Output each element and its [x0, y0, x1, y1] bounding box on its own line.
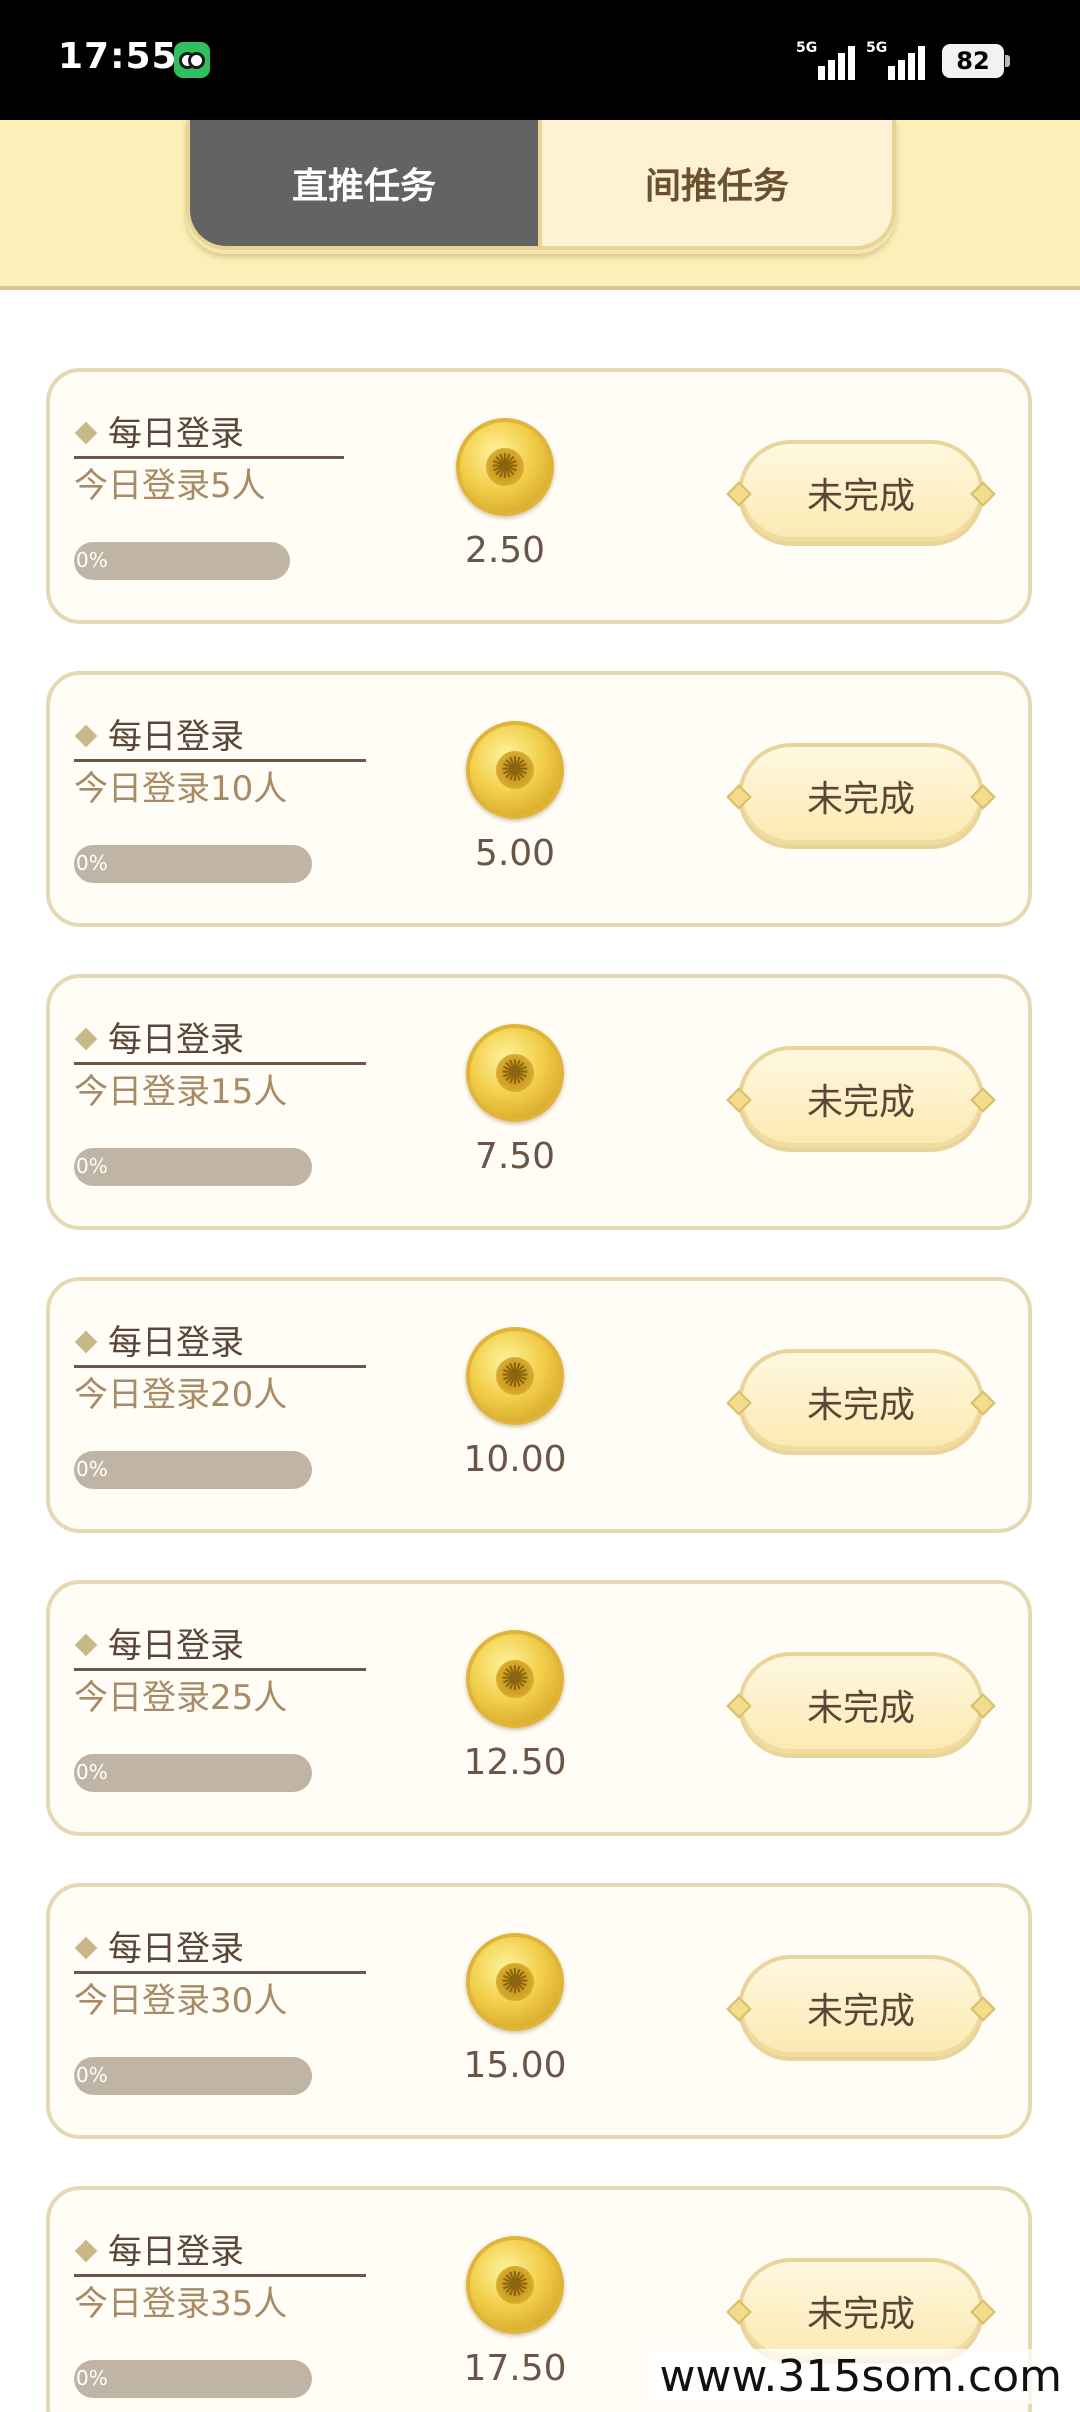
status-button[interactable]: 未完成	[726, 1652, 996, 1758]
diamond-icon	[74, 2239, 98, 2262]
task-card: 每日登录 今日登录25人 0% 12.50 未完成	[46, 1580, 1032, 1836]
task-title: 每日登录	[74, 1929, 366, 1974]
progress-bar: 0%	[74, 542, 290, 580]
network-type-label-2: 5G	[866, 40, 888, 56]
status-time: 17:55	[58, 36, 178, 77]
task-title: 每日登录	[74, 717, 366, 762]
watermark: www.315som.com	[651, 2349, 1070, 2404]
diamond-icon	[74, 1936, 98, 1959]
signal-icon: 5G	[796, 40, 866, 80]
reward-amount: 7.50	[474, 1136, 556, 1177]
gold-coin-icon	[466, 1630, 564, 1728]
task-description: 今日登录10人	[74, 769, 288, 809]
signal-icon-2: 5G	[866, 40, 936, 80]
progress-label: 0%	[76, 2366, 108, 2390]
diamond-icon	[74, 724, 98, 747]
gold-coin-icon	[466, 1327, 564, 1425]
diamond-icon	[74, 1027, 98, 1050]
network-type-label: 5G	[796, 40, 818, 56]
gold-coin-icon	[456, 418, 554, 516]
progress-bar: 0%	[74, 2360, 312, 2398]
diamond-icon	[74, 421, 98, 444]
status-button[interactable]: 未完成	[726, 440, 996, 546]
progress-bar: 0%	[74, 845, 312, 883]
reward-amount: 2.50	[464, 530, 546, 571]
battery-icon: 82	[942, 44, 1010, 78]
task-description: 今日登录20人	[74, 1375, 288, 1415]
progress-label: 0%	[76, 2063, 108, 2087]
reward-amount: 17.50	[463, 2348, 567, 2389]
status-button[interactable]: 未完成	[726, 743, 996, 849]
progress-bar: 0%	[74, 1148, 312, 1186]
progress-bar: 0%	[74, 2057, 312, 2095]
task-description: 今日登录5人	[74, 466, 266, 506]
progress-bar: 0%	[74, 1451, 312, 1489]
task-title: 每日登录	[74, 414, 344, 459]
progress-label: 0%	[76, 851, 108, 875]
tab-direct-tasks[interactable]: 直推任务	[186, 120, 538, 250]
reward-amount: 10.00	[463, 1439, 567, 1480]
tab-indirect-tasks[interactable]: 间推任务	[538, 120, 896, 250]
gold-coin-icon	[466, 2236, 564, 2334]
diamond-icon	[74, 1633, 98, 1656]
reward-amount: 5.00	[474, 833, 556, 874]
progress-bar: 0%	[74, 1754, 312, 1792]
owl-app-icon	[174, 42, 210, 78]
task-description: 今日登录15人	[74, 1072, 288, 1112]
progress-label: 0%	[76, 1457, 108, 1481]
task-card: 每日登录 今日登录10人 0% 5.00 未完成	[46, 671, 1032, 927]
gold-coin-icon	[466, 1024, 564, 1122]
status-button[interactable]: 未完成	[726, 1955, 996, 2061]
gold-coin-icon	[466, 721, 564, 819]
task-card: 每日登录 今日登录30人 0% 15.00 未完成	[46, 1883, 1032, 2139]
task-title: 每日登录	[74, 1626, 366, 1671]
task-card: 每日登录 今日登录20人 0% 10.00 未完成	[46, 1277, 1032, 1533]
progress-label: 0%	[76, 1154, 108, 1178]
task-description: 今日登录25人	[74, 1678, 288, 1718]
diamond-icon	[74, 1330, 98, 1353]
progress-label: 0%	[76, 1760, 108, 1784]
tab-header: 直推任务 间推任务	[0, 120, 1080, 290]
status-button[interactable]: 未完成	[726, 1349, 996, 1455]
reward-amount: 15.00	[463, 2045, 567, 2086]
task-description: 今日登录35人	[74, 2284, 288, 2324]
task-title: 每日登录	[74, 2232, 366, 2277]
status-bar: 17:55 5G 5G 82	[0, 0, 1080, 120]
progress-label: 0%	[76, 548, 108, 572]
task-card: 每日登录 今日登录5人 0% 2.50 未完成	[46, 368, 1032, 624]
status-button[interactable]: 未完成	[726, 1046, 996, 1152]
task-title: 每日登录	[74, 1323, 366, 1368]
tab-switcher: 直推任务 间推任务	[186, 120, 896, 254]
gold-coin-icon	[466, 1933, 564, 2031]
reward-amount: 12.50	[463, 1742, 567, 1783]
task-card: 每日登录 今日登录15人 0% 7.50 未完成	[46, 974, 1032, 1230]
task-description: 今日登录30人	[74, 1981, 288, 2021]
task-title: 每日登录	[74, 1020, 366, 1065]
